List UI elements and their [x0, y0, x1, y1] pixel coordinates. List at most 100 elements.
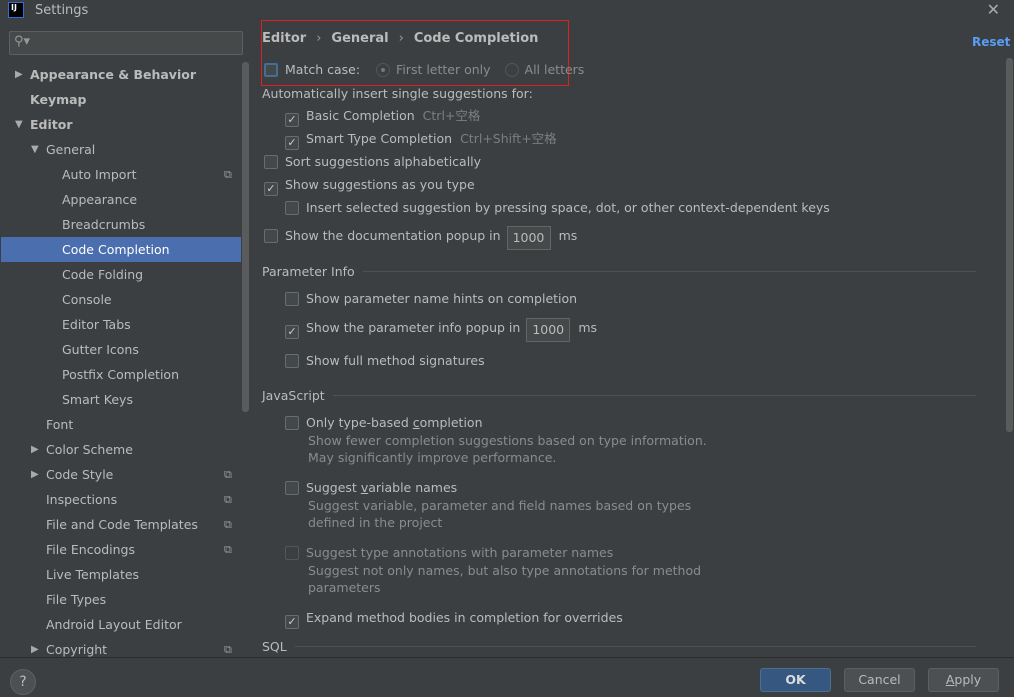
sidebar-item[interactable]: Font [1, 412, 241, 437]
sidebar-item[interactable]: File and Code Templates ⧉ [1, 512, 241, 537]
sidebar-item-label: Font [46, 417, 74, 432]
show-as-type-label: Show suggestions as you type [285, 177, 475, 192]
sidebar-item[interactable]: File Types [1, 587, 241, 612]
sidebar-item[interactable]: ▶ Color Scheme [1, 437, 241, 462]
full-sig-row[interactable]: Show full method signatures [285, 353, 485, 369]
section-title: Parameter Info [262, 264, 355, 279]
type-ann-description: Suggest not only names, but also type an… [308, 563, 702, 595]
expand-checkbox[interactable]: ✓ [285, 615, 299, 629]
radio-all-letters-label: All letters [524, 62, 585, 77]
sort-row[interactable]: Sort suggestions alphabetically [264, 154, 481, 170]
param-popup-label: Show the parameter info popup in [306, 320, 521, 335]
section-title: JavaScript [262, 388, 325, 403]
section-parameter-info: Parameter Info [262, 264, 976, 279]
expand-label: Expand method bodies in completion for o… [306, 610, 623, 625]
param-hints-row[interactable]: Show parameter name hints on completion [285, 291, 577, 307]
smart-completion-row[interactable]: ✓ Smart Type Completion Ctrl+Shift+空格 [285, 131, 557, 150]
param-hints-label: Show parameter name hints on completion [306, 291, 578, 306]
param-popup-delay-input[interactable]: 1000 [526, 318, 571, 342]
apply-button[interactable]: Apply [928, 668, 999, 692]
type-ann-checkbox [285, 546, 299, 560]
var-names-label-rest: ariable names [368, 480, 458, 495]
window-title: Settings [35, 3, 89, 18]
sidebar-item[interactable]: Code Completion [1, 237, 241, 262]
cancel-button[interactable]: Cancel [844, 668, 915, 692]
var-names-row[interactable]: Suggest variable names [285, 480, 457, 496]
sidebar-item[interactable]: Breadcrumbs [1, 212, 241, 237]
show-as-type-row[interactable]: ✓ Show suggestions as you type [264, 177, 475, 196]
doc-popup-checkbox[interactable] [264, 229, 278, 243]
param-popup-checkbox[interactable]: ✓ [285, 325, 299, 339]
smart-completion-label: Smart Type Completion [306, 131, 453, 146]
sidebar-item[interactable]: Smart Keys [1, 387, 241, 412]
smart-completion-checkbox[interactable]: ✓ [285, 136, 299, 150]
radio-first-letter[interactable] [376, 63, 391, 77]
sidebar-item[interactable]: File Encodings ⧉ [1, 537, 241, 562]
sidebar-scrollbar[interactable] [242, 62, 249, 412]
sidebar-item[interactable]: ▶ Appearance & Behavior [1, 62, 241, 87]
sidebar-item-label: Gutter Icons [62, 342, 139, 357]
sidebar-item-label: Code Style [46, 467, 114, 482]
match-case-row: Match case: First letter only All letter… [264, 62, 584, 78]
doc-popup-label: Show the documentation popup in [285, 228, 501, 243]
type-based-checkbox[interactable] [285, 416, 299, 430]
project-scope-icon: ⧉ [224, 468, 232, 481]
radio-all-letters[interactable] [504, 63, 519, 77]
chevron-right-icon[interactable]: ▶ [31, 462, 39, 487]
divider [294, 646, 976, 647]
type-based-row[interactable]: Only type-based completion [285, 415, 483, 431]
expand-row[interactable]: ✓ Expand method bodies in completion for … [285, 610, 623, 629]
param-hints-checkbox[interactable] [285, 292, 299, 306]
type-based-label: Only type-based [306, 415, 413, 430]
sidebar-item[interactable]: Editor Tabs [1, 312, 241, 337]
sidebar-item[interactable]: Gutter Icons [1, 337, 241, 362]
section-javascript: JavaScript [262, 388, 976, 403]
show-as-type-checkbox[interactable]: ✓ [264, 182, 278, 196]
sidebar-item-label: File Encodings [46, 542, 136, 557]
reset-link[interactable]: Reset [972, 35, 1010, 49]
sidebar-item[interactable]: ▼ General [1, 137, 241, 162]
chevron-right-icon[interactable]: ▶ [31, 437, 39, 462]
sidebar-item[interactable]: Inspections ⧉ [1, 487, 241, 512]
project-scope-icon: ⧉ [224, 518, 232, 531]
sidebar-item[interactable]: Live Templates [1, 562, 241, 587]
doc-popup-row: Show the documentation popup in 1000 ms [264, 226, 577, 250]
sidebar-item[interactable]: Console [1, 287, 241, 312]
match-case-checkbox[interactable] [264, 63, 278, 77]
insert-selected-label: Insert selected suggestion by pressing s… [306, 200, 830, 215]
sidebar-item-label: File Types [46, 592, 107, 607]
full-sig-checkbox[interactable] [285, 354, 299, 368]
insert-selected-checkbox[interactable] [285, 201, 299, 215]
sidebar-item-label: Postfix Completion [62, 367, 179, 382]
basic-completion-checkbox[interactable]: ✓ [285, 113, 299, 127]
var-names-checkbox[interactable] [285, 481, 299, 495]
chevron-right-icon[interactable]: ▶ [15, 62, 23, 87]
sidebar-item[interactable]: Appearance [1, 187, 241, 212]
sidebar-item[interactable]: ▶ Code Style ⧉ [1, 462, 241, 487]
sidebar-item[interactable]: ▼ Editor [1, 112, 241, 137]
match-case-label: Match case: [285, 62, 361, 77]
close-icon[interactable]: ✕ [987, 0, 1000, 19]
sidebar-item-label: Editor [30, 117, 73, 132]
smart-shortcut: Ctrl+Shift+空格 [460, 131, 557, 146]
doc-popup-delay-input[interactable]: 1000 [506, 226, 551, 250]
sidebar-item-label: Editor Tabs [62, 317, 131, 332]
sidebar-item[interactable]: Auto Import ⧉ [1, 162, 241, 187]
main-scrollbar[interactable] [1006, 58, 1013, 432]
sidebar-item[interactable]: Postfix Completion [1, 362, 241, 387]
sidebar-item-label: Live Templates [46, 567, 140, 582]
insert-selected-row[interactable]: Insert selected suggestion by pressing s… [285, 200, 830, 216]
sort-checkbox[interactable] [264, 155, 278, 169]
ok-button[interactable]: OK [760, 668, 831, 692]
sidebar-item[interactable]: Keymap [1, 87, 241, 112]
sidebar-item[interactable]: Code Folding [1, 262, 241, 287]
chevron-down-icon[interactable]: ▼ [15, 112, 23, 137]
sidebar-item-label: Inspections [46, 492, 118, 507]
search-input[interactable]: ⚲▾ [9, 31, 243, 55]
chevron-down-icon[interactable]: ▼ [31, 137, 39, 162]
intellij-logo-icon: IJ [8, 2, 24, 18]
basic-completion-row[interactable]: ✓ Basic Completion Ctrl+空格 [285, 108, 480, 127]
sidebar-item[interactable]: Android Layout Editor [1, 612, 241, 637]
sidebar-item-label: Keymap [30, 92, 87, 107]
help-button[interactable]: ? [10, 669, 36, 695]
